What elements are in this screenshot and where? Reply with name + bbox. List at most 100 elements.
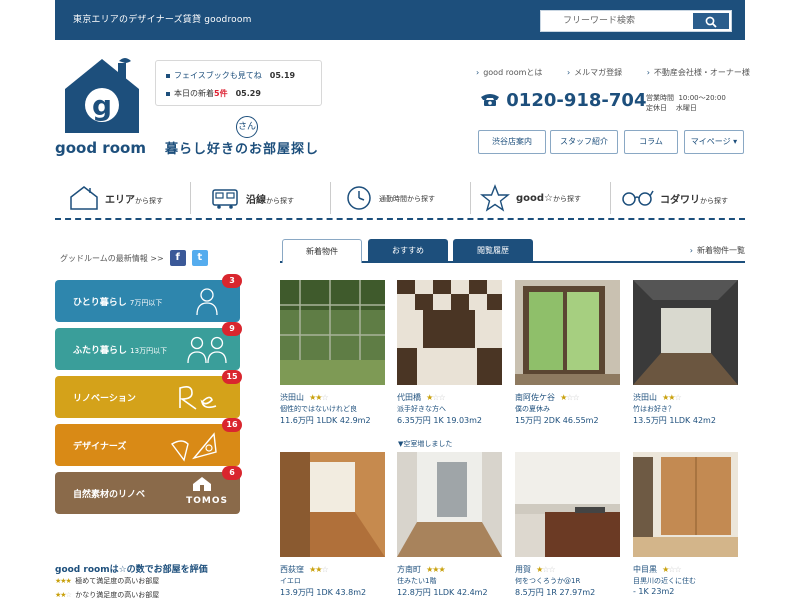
star-rating: ★★☆ [55,591,72,599]
nav-good[interactable]: good☆から探す [480,178,581,218]
tomos-brand: TOMOS [186,496,228,506]
header-links: good roomとは メルマガ登録 不動産会社様・オーナー様 [476,67,772,78]
person-icon [196,288,218,316]
property-area: 中目黒 [633,565,657,574]
clock-icon [347,186,371,210]
nav-line-suffix: から探す [266,196,294,205]
property-photo [280,280,385,385]
facebook-icon[interactable]: f [169,250,186,266]
evaluation-row: ★★☆ かなり満足度の高いお部屋 [55,590,159,600]
property-area: 渋田山 [280,393,304,402]
property-photo [633,280,738,385]
category-single[interactable]: ひとり暮らし 7万円以下 3 [55,274,242,322]
nav-line[interactable]: 沿線から探す [210,178,294,218]
property-card[interactable]: 中目黒 ★☆☆ 目黒川の近くに住む - 1K 23m2 [633,452,738,596]
category-sub: 13万円以下 [130,347,168,355]
property-photo [515,280,620,385]
subnav-staff[interactable]: スタッフ紹介 [550,130,618,154]
news-date: 05.29 [235,89,261,98]
category-natural[interactable]: 自然素材のリノベ TOMOS 6 [55,466,242,514]
news-item[interactable]: 本日の新着5件 05.29 [166,88,261,99]
property-stars: ★★☆ [309,565,329,574]
property-area: 用賀 [515,565,531,574]
category-badge: 3 [222,274,242,288]
property-card[interactable]: 用賀 ★☆☆ 何をつくろうか@1R 8.5万円 1R 27.97m2 [515,452,620,598]
category-designers[interactable]: デザイナーズ 16 [55,418,242,466]
evaluation-text: 極めて満足度の高いお部屋 [75,577,160,585]
design-tools-icon [170,432,217,462]
category-label: ふたり暮らし [73,346,128,356]
property-card[interactable]: 方南町 ★★★ 住みたい1階 12.8万円 1LDK 42.4m2 [397,452,502,598]
property-description: 何をつくろうか@1R [515,577,581,585]
category-renovation[interactable]: リノベーション 15 [55,370,242,418]
property-area: 南阿佐ケ谷 [515,393,555,402]
category-label: 自然素材のリノベ [73,490,146,500]
news-item[interactable]: フェイスブックも見てね 05.19 [166,70,295,81]
category-label: デザイナーズ [73,442,127,452]
property-details: 13.5万円 1LDK 42m2 [633,416,716,425]
nav-area-label: エリア [105,194,135,206]
property-stars: ★★☆ [662,393,682,402]
subnav-mypage[interactable]: マイページ ▾ [684,130,744,154]
main-nav: エリアから探す 沿線から探す 通勤時間から探す good☆から探す コダワリから… [55,178,745,220]
link-newsletter[interactable]: メルマガ登録 [567,68,622,77]
top-bar: 東京エリアのデザイナーズ賃貸 goodroom [55,0,745,40]
search-input[interactable] [541,11,691,31]
category-label: リノベーション [73,394,136,404]
tab-recommended[interactable]: おすすめ [368,239,448,263]
tab-history[interactable]: 閲覧履歴 [453,239,533,263]
hours-value: 10:00〜20:00 [678,94,726,102]
property-card[interactable]: 西荻窪 ★★☆ イエロ 13.9万円 1DK 43.8m2 [280,452,385,598]
link-about[interactable]: good roomとは [476,68,542,77]
star-icon [480,184,510,212]
property-description: 僕の夏休み [515,405,550,413]
twitter-icon[interactable]: t [191,250,208,266]
train-icon [212,189,238,209]
property-description: 派手好きな方へ [397,405,446,413]
nav-good-label: good☆ [516,192,554,204]
property-stars: ★☆☆ [560,393,580,402]
nav-line-label: 沿線 [246,194,266,206]
nav-kodawari[interactable]: コダワリから探す [620,178,728,218]
property-card[interactable]: 南阿佐ケ谷 ★☆☆ 僕の夏休み 15万円 2DK 46.55m2 [515,280,620,426]
news-text: フェイスブックも見てね [174,71,262,80]
property-photo [397,452,502,557]
property-card[interactable]: 代田橋 ★☆☆ 派手好きな方へ 6.35万円 1K 19.03m2 [397,280,502,426]
category-couple[interactable]: ふたり暮らし 13万円以下 9 [55,322,242,370]
nav-commute-label: 通勤時間から探す [379,194,435,203]
site-logo[interactable]: g good room [55,57,150,157]
property-description: 個性的ではないけれど良 [280,405,357,413]
subnav-shop[interactable]: 渋谷店案内 [478,130,546,154]
social-label: グッドルームの最新情報 >> [60,253,164,263]
two-people-icon [187,336,227,364]
property-stars: ★★☆ [309,393,329,402]
search-icon [705,16,717,28]
property-card[interactable]: 渋田山 ★★☆ 個性的ではないけれど良 11.6万円 1LDK 42.9m2 [280,280,385,426]
re-script-icon [179,386,217,410]
nav-divider [610,182,611,214]
property-stars: ★☆☆ [426,393,446,402]
property-stars: ★☆☆ [536,565,556,574]
nav-area[interactable]: エリアから探す [69,178,163,218]
category-badge: 15 [222,370,242,384]
star-rating: ★★★ [55,577,72,585]
tomos-house-icon [193,477,211,491]
nav-commute[interactable]: 通勤時間から探す [345,178,435,218]
phone-text: 0120-918-704 [506,90,647,111]
show-more-link[interactable]: ▼空室増しました [398,439,452,449]
property-details: 6.35万円 1K 19.03m2 [397,416,483,425]
business-hours: 営業時間 10:00〜20:00 定休日 水曜日 [646,93,726,113]
tab-new[interactable]: 新着物件 [282,239,362,263]
search-button[interactable] [693,13,729,29]
evaluation-text: かなり満足度の高いお部屋 [75,591,160,599]
news-count: 5件 [214,89,228,98]
property-card[interactable]: 渋田山 ★★☆ 竹はお好き？ 13.5万円 1LDK 42m2 [633,280,738,426]
property-description: イエロ [280,577,301,585]
subnav-column[interactable]: コラム [624,130,678,154]
property-area: 代田橋 [397,393,421,402]
new-listings-link[interactable]: 新着物件一覧 [690,245,745,256]
link-owners[interactable]: 不動産会社様・オーナー様 [647,68,750,77]
logo-letter: g [92,89,112,122]
nav-divider [330,182,331,214]
property-details: 11.6万円 1LDK 42.9m2 [280,416,371,425]
